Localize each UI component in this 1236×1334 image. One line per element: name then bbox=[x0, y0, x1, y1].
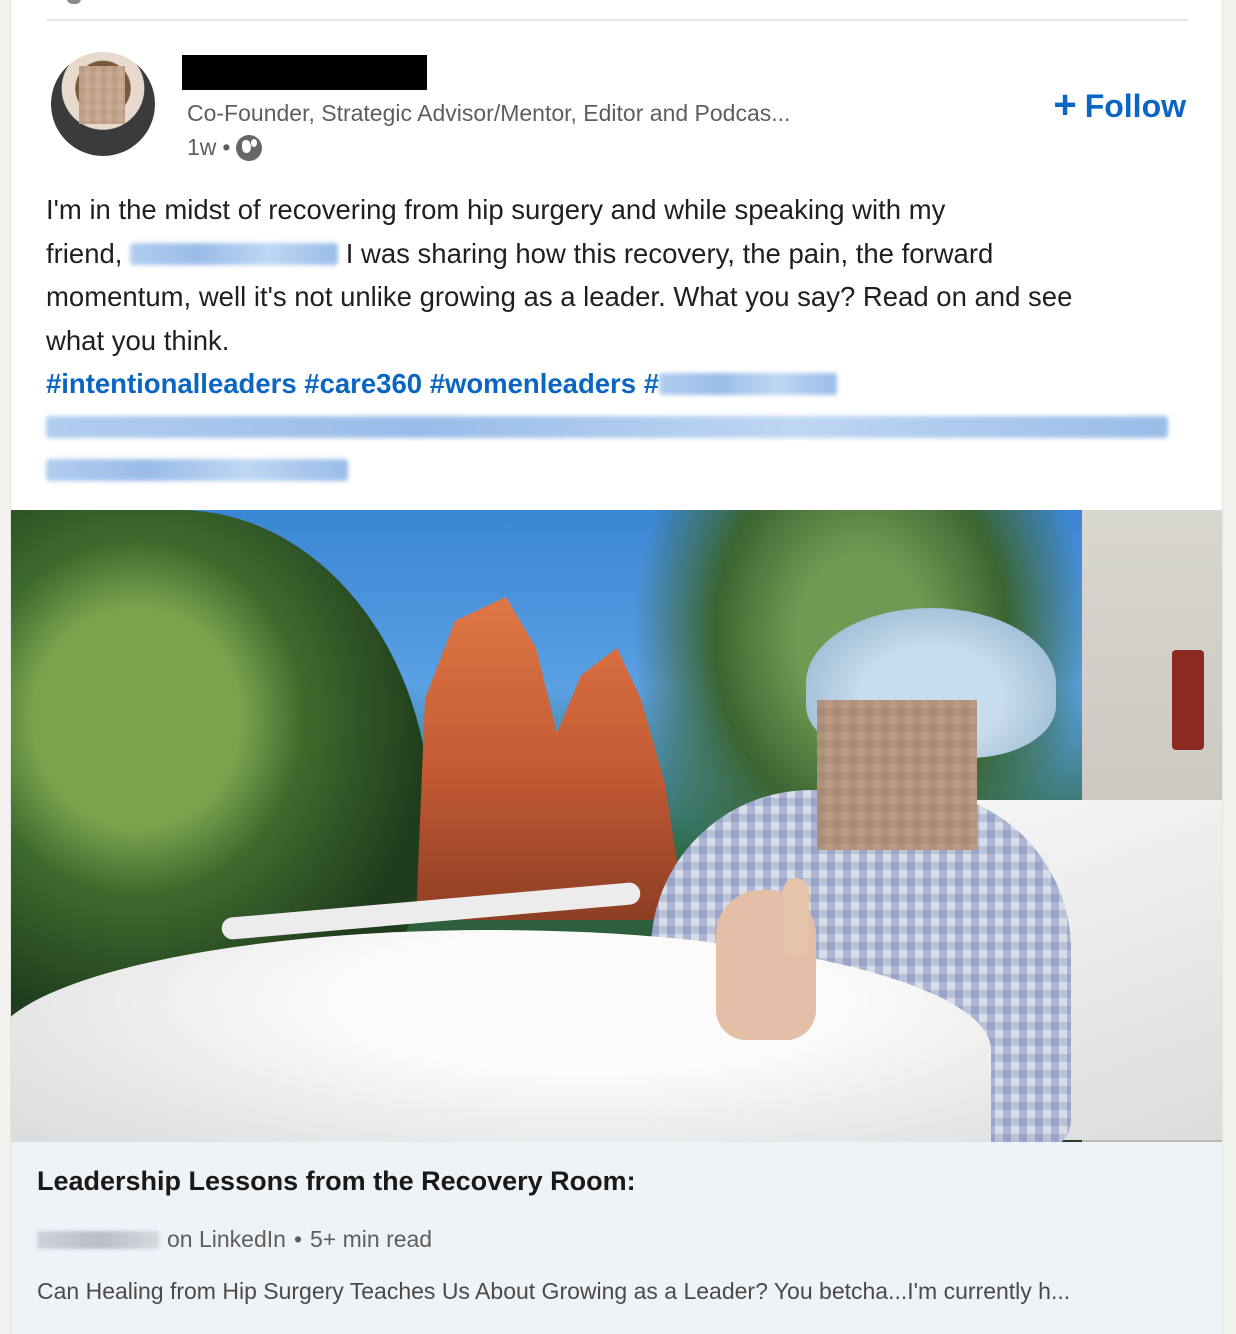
article-author-redacted bbox=[37, 1230, 159, 1249]
mention-row-1 bbox=[46, 406, 1196, 450]
mention-row-2 bbox=[46, 449, 1196, 493]
article-meta: on LinkedIn • 5+ min read bbox=[37, 1226, 432, 1253]
author-headline: Co-Founder, Strategic Advisor/Mentor, Ed… bbox=[187, 100, 791, 126]
article-meta-separator: • bbox=[293, 1226, 302, 1252]
author-name-redacted[interactable] bbox=[182, 55, 427, 90]
hashtag-row: #intentionalleaders #care360 #womenleade… bbox=[46, 368, 837, 399]
image-blurred-face bbox=[817, 700, 977, 850]
post-time: 1w bbox=[187, 134, 217, 160]
feed-post-card: Co-Founder, Strategic Advisor/Mentor, Ed… bbox=[10, 0, 1223, 1334]
mentions-redacted-1[interactable] bbox=[46, 415, 1168, 438]
post-image[interactable] bbox=[11, 510, 1222, 1142]
hashtag-womenleaders[interactable]: #womenleaders bbox=[430, 368, 636, 399]
follow-button[interactable]: + Follow bbox=[1053, 82, 1186, 127]
globe-icon bbox=[236, 134, 263, 161]
previous-post-edge bbox=[67, 0, 81, 4]
post-meta: 1w • bbox=[187, 134, 263, 161]
blurred-face bbox=[79, 66, 125, 124]
hashtag-redacted-prefix[interactable]: # bbox=[644, 368, 659, 399]
hashtag-redacted[interactable] bbox=[658, 373, 837, 395]
image-wall-outlet bbox=[1172, 650, 1204, 750]
mention-link-redacted[interactable] bbox=[130, 242, 339, 265]
hashtag-intentionalleaders[interactable]: #intentionalleaders bbox=[46, 368, 297, 399]
mentions-redacted-2[interactable] bbox=[46, 459, 348, 481]
post-line-3: momentum, well it's not unlike growing a… bbox=[46, 281, 1073, 312]
article-source: on LinkedIn bbox=[167, 1226, 286, 1252]
post-line-4: what you think. bbox=[46, 324, 230, 356]
author-avatar[interactable] bbox=[51, 52, 155, 156]
article-title[interactable]: Leadership Lessons from the Recovery Roo… bbox=[37, 1166, 636, 1197]
post-body: I'm in the midst of recovering from hip … bbox=[46, 188, 1196, 493]
follow-label: Follow bbox=[1084, 88, 1186, 124]
hashtag-care360[interactable]: #care360 bbox=[304, 368, 422, 399]
article-preview[interactable]: Leadership Lessons from the Recovery Roo… bbox=[11, 1142, 1222, 1334]
post-line-1: I'm in the midst of recovering from hip … bbox=[46, 194, 946, 225]
divider bbox=[47, 19, 1188, 21]
article-description: Can Healing from Hip Surgery Teaches Us … bbox=[37, 1278, 1071, 1304]
post-line-2-prefix: friend, bbox=[46, 237, 131, 269]
plus-icon: + bbox=[1053, 82, 1077, 127]
meta-separator: • bbox=[222, 134, 231, 160]
post-line-2-suffix: I was sharing how this recovery, the pai… bbox=[338, 237, 994, 269]
article-read-time: 5+ min read bbox=[310, 1226, 433, 1252]
image-thumb bbox=[783, 878, 809, 958]
